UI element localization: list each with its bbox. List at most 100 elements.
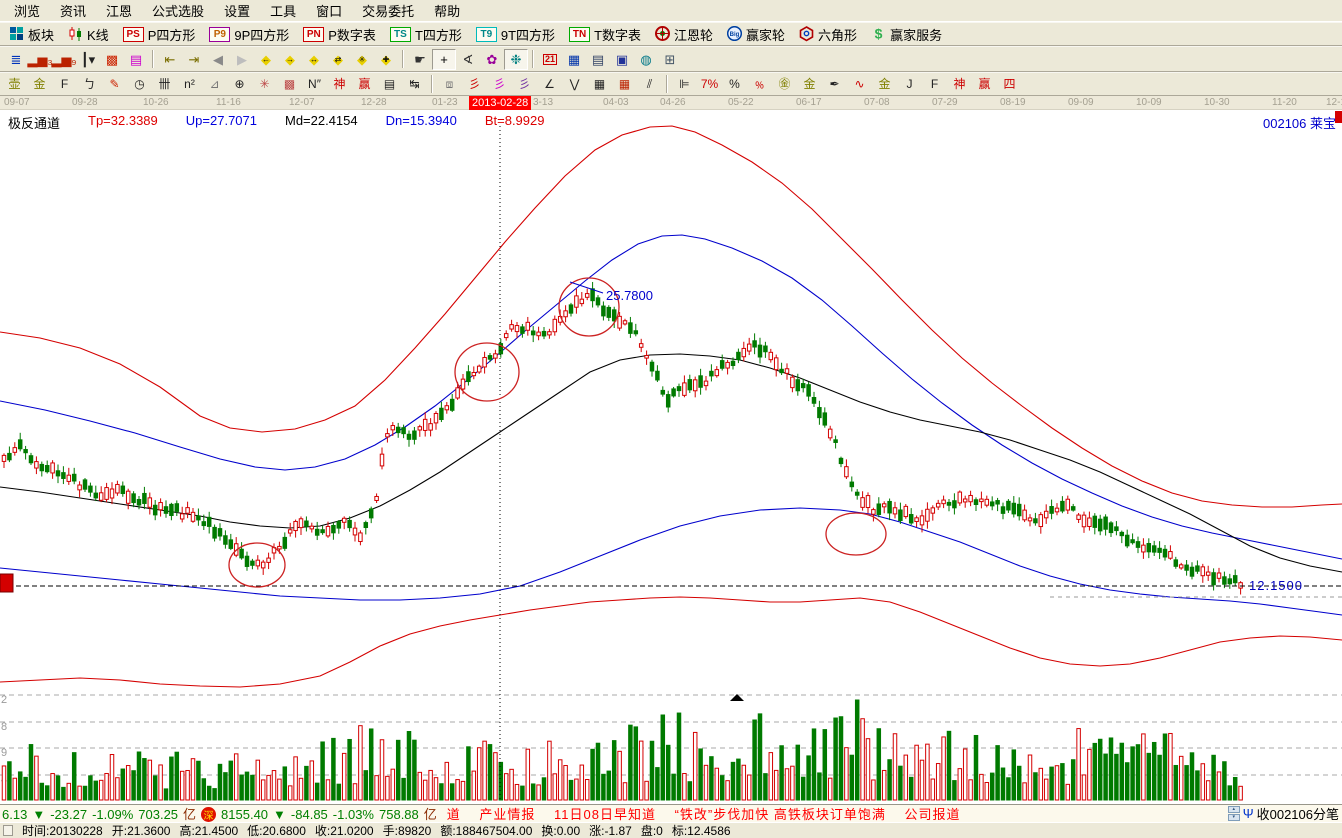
zoom-swap-icon[interactable]: ◆⇄ bbox=[326, 49, 350, 70]
gold-angle-tool-icon[interactable]: 金 bbox=[872, 74, 897, 94]
si-angle-tool-icon[interactable]: 四 bbox=[997, 74, 1022, 94]
toolbar-gann-wheel-button[interactable]: 江恩轮 bbox=[648, 23, 720, 45]
menu-browse[interactable]: 浏览 bbox=[4, 0, 50, 22]
pen-knife-tool-icon[interactable]: ✎ bbox=[102, 74, 127, 94]
tick-mode-label[interactable]: 收002106分笔 bbox=[1257, 804, 1339, 822]
toolbar-winner-wheel-button[interactable]: Big赢家轮 bbox=[720, 23, 792, 45]
menu-settings[interactable]: 设置 bbox=[214, 0, 260, 22]
first-bar-icon[interactable]: ⇤ bbox=[158, 49, 182, 70]
zoom-h-icon[interactable]: ◆↔ bbox=[302, 49, 326, 70]
time-circle-tool-icon[interactable]: ◷ bbox=[127, 74, 152, 94]
print-icon[interactable]: ⊞ bbox=[658, 49, 682, 70]
candle-style-icon[interactable]: ┃▾ bbox=[76, 49, 100, 70]
toolbar-p-digit-table-button[interactable]: PNP数字表 bbox=[296, 23, 383, 45]
menu-window[interactable]: 窗口 bbox=[306, 0, 352, 22]
spin-up-icon[interactable]: ▴ bbox=[1228, 806, 1240, 813]
prev-bar-icon[interactable]: ◀ bbox=[206, 49, 230, 70]
wave-tool-icon[interactable]: ❉ bbox=[504, 49, 528, 70]
menu-help[interactable]: 帮助 bbox=[424, 0, 470, 22]
date-axis[interactable]: 09-0709-2810-2611-1612-0712-2801-233-130… bbox=[0, 96, 1342, 110]
menu-trade[interactable]: 交易委托 bbox=[352, 0, 424, 22]
pen-bars-tool-icon[interactable]: ✒ bbox=[822, 74, 847, 94]
gann-shape-tool-icon[interactable]: ✿ bbox=[480, 49, 504, 70]
n2-tool-icon[interactable]: n² bbox=[177, 74, 202, 94]
news-ticker[interactable]: 道 产业情报 11日08日早知道 “铁改”步伐加快 高铁板块订单饱满 公司报道 bbox=[447, 804, 961, 822]
zoom-right-icon[interactable]: ◆→ bbox=[278, 49, 302, 70]
chart-area[interactable]: 2894 极反通道 Tp=32.3389Up=27.7071Md=22.4154… bbox=[0, 110, 1342, 804]
measure-tool-icon-glyph: ∢ bbox=[463, 53, 474, 66]
menu-tools[interactable]: 工具 bbox=[260, 0, 306, 22]
kmark-tool-icon[interactable]: N″ bbox=[302, 74, 327, 94]
square-web-tool-icon[interactable]: ▩ bbox=[277, 74, 302, 94]
toolbar-kline-button[interactable]: K线 bbox=[61, 23, 116, 45]
wave-v-tool-icon[interactable]: ⋁ bbox=[562, 74, 587, 94]
zoom-star-icon[interactable]: ◆✳ bbox=[350, 49, 374, 70]
box-select-tool-icon[interactable]: ⧈ bbox=[437, 74, 462, 94]
hand-tool-icon[interactable]: ☛ bbox=[408, 49, 432, 70]
zoom-left-icon[interactable]: ◆← bbox=[254, 49, 278, 70]
save-icon[interactable]: ▣ bbox=[610, 49, 634, 70]
toolbar-sectors-button[interactable]: 板块 bbox=[2, 23, 61, 45]
toolbar-p-square-button[interactable]: PSP四方形 bbox=[116, 23, 203, 45]
wave-red-tool-icon[interactable]: ∿ bbox=[847, 74, 872, 94]
f-ruler-tool-icon[interactable]: F bbox=[52, 74, 77, 94]
crosshair-tool-icon[interactable]: + bbox=[432, 49, 456, 70]
chart3-icon[interactable]: ▂▅₃ bbox=[28, 49, 52, 70]
next-bar-icon[interactable]: ▶ bbox=[230, 49, 254, 70]
target-tool-icon[interactable]: ⊕ bbox=[227, 74, 252, 94]
toolbar-hexagon-button[interactable]: 六角形 bbox=[792, 23, 864, 45]
gold-gate-tool-icon[interactable]: 壶 bbox=[2, 74, 27, 94]
comb-ruler-tool-icon[interactable]: 卌 bbox=[152, 74, 177, 94]
gold-circle-tool-icon[interactable]: ㊎ bbox=[772, 74, 797, 94]
fan-red-tool-icon[interactable]: 彡 bbox=[462, 74, 487, 94]
notes-icon[interactable]: ▤ bbox=[586, 49, 610, 70]
ticker-spinner[interactable]: ▴ ▾ bbox=[1228, 806, 1240, 821]
toolbar-9p-square-button[interactable]: P99P四方形 bbox=[202, 23, 296, 45]
pct7-tool-icon[interactable]: 7% bbox=[697, 74, 722, 94]
mirror-tool-icon[interactable]: ⊿ bbox=[202, 74, 227, 94]
pct7-tool-icon-glyph: 7% bbox=[701, 78, 718, 90]
calendar-icon[interactable]: 21 bbox=[538, 49, 562, 70]
star-web-tool-icon[interactable]: ✳ bbox=[252, 74, 277, 94]
last-bar-icon[interactable]: ⇥ bbox=[182, 49, 206, 70]
measure-tool-icon[interactable]: ∢ bbox=[456, 49, 480, 70]
parallel-tool-icon[interactable]: ⫽ bbox=[637, 74, 662, 94]
grid-box2-tool-icon[interactable]: ▦ bbox=[612, 74, 637, 94]
pct-line-tool-icon[interactable]: ﹪ bbox=[747, 74, 772, 94]
f-angle-tool-icon[interactable]: F bbox=[922, 74, 947, 94]
web-icon[interactable]: ◍ bbox=[634, 49, 658, 70]
angle-lines-tool-icon[interactable]: ∠ bbox=[537, 74, 562, 94]
menu-formula-picker[interactable]: 公式选股 bbox=[142, 0, 214, 22]
shen-angle-tool-icon[interactable]: 神 bbox=[947, 74, 972, 94]
zoom-plus-icon[interactable]: ◆✚ bbox=[374, 49, 398, 70]
ying-tool-icon[interactable]: 赢 bbox=[352, 74, 377, 94]
ying-angle-tool-icon[interactable]: 赢 bbox=[972, 74, 997, 94]
toolbar-t-digit-table-button[interactable]: TNT数字表 bbox=[562, 23, 648, 45]
doc-list-icon[interactable]: ≣ bbox=[4, 49, 28, 70]
calculator-icon[interactable]: ▦ bbox=[562, 49, 586, 70]
grid-ruler-tool-icon[interactable]: ▤ bbox=[377, 74, 402, 94]
histogram-icon[interactable]: ▤ bbox=[124, 49, 148, 70]
spin-down-icon[interactable]: ▾ bbox=[1228, 814, 1240, 821]
toolbar-t-square-button[interactable]: TST四方形 bbox=[383, 23, 469, 45]
menu-gann[interactable]: 江恩 bbox=[96, 0, 142, 22]
menu-news[interactable]: 资讯 bbox=[50, 0, 96, 22]
hook-tool-icon[interactable]: ㄅ bbox=[77, 74, 102, 94]
span-arrows-tool-icon[interactable]: ↹ bbox=[402, 74, 427, 94]
gold-lines-tool-icon[interactable]: 金 bbox=[797, 74, 822, 94]
stock-label[interactable]: 002106 莱宝 bbox=[1263, 113, 1336, 132]
j-angle-tool-icon[interactable]: J bbox=[897, 74, 922, 94]
map-red-icon[interactable]: ▩ bbox=[100, 49, 124, 70]
fan-magenta-tool-icon[interactable]: 彡 bbox=[487, 74, 512, 94]
shen-tool-icon[interactable]: 神 bbox=[327, 74, 352, 94]
chart9-icon[interactable]: ▂▅₉ bbox=[52, 49, 76, 70]
toolbar-9t-square-button[interactable]: T99T四方形 bbox=[469, 23, 562, 45]
p-digit-table-label: P数字表 bbox=[328, 25, 376, 44]
pct-tool-icon[interactable]: % bbox=[722, 74, 747, 94]
gauge-bars-tool-icon[interactable]: ⊫ bbox=[672, 74, 697, 94]
gold-tool-icon[interactable]: 金 bbox=[27, 74, 52, 94]
fan-purple-tool-icon[interactable]: 彡 bbox=[512, 74, 537, 94]
toolbar-winner-service-button[interactable]: $赢家服务 bbox=[864, 23, 949, 45]
price-volume-chart[interactable]: 2894 bbox=[0, 110, 1342, 804]
grid-box-tool-icon[interactable]: ▦ bbox=[587, 74, 612, 94]
